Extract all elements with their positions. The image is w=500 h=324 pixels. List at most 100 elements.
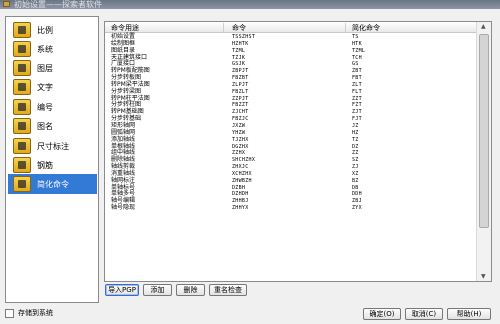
column-header-purpose[interactable]: 命令用途: [111, 23, 139, 33]
table-row[interactable]: 天正建筑接口 TZJK TCH: [105, 54, 477, 62]
cell-shortcut: DZ: [352, 143, 359, 150]
title-bar: 初始设置——探索者软件: [0, 0, 500, 9]
cell-shortcut: ZZT: [352, 95, 362, 102]
table-row[interactable]: 分步转柱图 FBZZT FZT: [105, 102, 477, 109]
scroll-down-icon[interactable]: ▼: [481, 273, 486, 280]
cell-command: FBZZT: [232, 102, 249, 109]
cell-shortcut: ZYX: [352, 205, 362, 212]
delete-button[interactable]: 删除: [176, 284, 205, 296]
cell-shortcut: XZ: [352, 170, 359, 177]
column-header-command[interactable]: 命令: [232, 23, 246, 33]
sidebar-item-scale[interactable]: 比例: [8, 20, 97, 40]
table-row[interactable]: 分步转梁图 FBZLT FLT: [105, 88, 477, 96]
table-row[interactable]: 转PM板配筋图 ZBPJT ZBT: [105, 67, 477, 75]
scrollbar-thumb[interactable]: [479, 34, 489, 228]
cancel-button[interactable]: 取消(C): [405, 308, 443, 320]
table-row[interactable]: 消重轴线 XCHZHX XZ: [105, 170, 477, 178]
column-divider[interactable]: [223, 23, 224, 32]
table-row[interactable]: 轴线剪裁 ZHXJC ZJ: [105, 163, 477, 171]
table-row[interactable]: 删除轴线 SHCHZHX SZ: [105, 156, 477, 164]
cell-command: GSJK: [232, 61, 246, 68]
cell-command: ZHHYX: [232, 205, 249, 212]
cell-shortcut: FBT: [352, 75, 362, 82]
cell-shortcut: JZ: [352, 122, 359, 129]
table-row[interactable]: 分步转板图 FBZBT FBT: [105, 74, 477, 82]
cell-shortcut: ZZ: [352, 150, 359, 157]
command-table[interactable]: 命令用途 命令 简化命令 初始设置 TSSZHST TS 绘制图框 HZHTK HTK 图纸…: [104, 21, 492, 282]
cell-command: FBZLT: [232, 88, 249, 95]
sidebar-item-drawing-name[interactable]: 图名: [8, 116, 97, 136]
cell-shortcut: GS: [352, 61, 359, 68]
table-row[interactable]: 转PM柱平法图 ZZPJT ZZT: [105, 95, 477, 103]
cell-command: HZHTK: [232, 40, 249, 47]
add-button[interactable]: 添加: [143, 284, 172, 296]
cell-command: ZLPJT: [232, 81, 249, 88]
cell-shortcut: ZLT: [352, 81, 362, 88]
window-title: 初始设置——探索者软件: [14, 0, 102, 9]
column-header-shortcut[interactable]: 简化命令: [352, 23, 380, 33]
column-divider[interactable]: [345, 23, 346, 32]
help-button[interactable]: 帮助(H): [447, 308, 491, 320]
cell-shortcut: BZ: [352, 177, 359, 184]
sidebar-item-system[interactable]: 系统: [8, 39, 97, 59]
sidebar-item-shortcut-commands[interactable]: 简化命令: [8, 174, 97, 194]
save-to-system-checkbox[interactable]: 存储到系统: [5, 308, 53, 318]
sidebar-item-text[interactable]: 文字: [8, 77, 97, 97]
cell-shortcut: DB: [352, 184, 359, 191]
sidebar-item-numbering[interactable]: 编号: [8, 97, 97, 117]
sidebar-item-label: 简化命令: [37, 179, 69, 189]
cell-shortcut: TCH: [352, 54, 362, 61]
cell-command: TZML: [232, 47, 246, 54]
cell-shortcut: SZ: [352, 157, 359, 164]
cell-shortcut: DDH: [352, 191, 362, 198]
table-row[interactable]: 单轴多号 DZHDH DDH: [105, 191, 477, 198]
cell-shortcut: FJT: [352, 116, 362, 123]
rename-check-button[interactable]: 重名检查: [209, 284, 247, 296]
table-row[interactable]: 图纸目录 TZML TZML: [105, 47, 477, 55]
ruler-icon: [13, 22, 31, 38]
checkbox-box[interactable]: [5, 308, 14, 318]
cell-command: FBZJC: [232, 116, 249, 123]
table-row[interactable]: 转PM梁平法图 ZLPJT ZLT: [105, 81, 477, 89]
table-row[interactable]: 分步转基础 FBZJC FJT: [105, 115, 477, 123]
vertical-scrollbar[interactable]: ▲ ▼: [476, 22, 491, 281]
ok-button[interactable]: 确定(O): [363, 308, 401, 320]
table-row[interactable]: 单轴标号 DZBH DB: [105, 184, 477, 192]
cell-command: TJZHX: [232, 136, 249, 143]
import-pgp-button[interactable]: 导入PGP: [105, 284, 139, 296]
table-row[interactable]: 圆弧轴网 YHZW HZ: [105, 129, 477, 137]
app-icon[interactable]: [3, 1, 10, 7]
table-row[interactable]: 广厦接口 GSJK GS: [105, 61, 477, 68]
cell-command: XCHZHX: [232, 170, 252, 177]
sidebar-item-label: 图层: [37, 63, 53, 73]
table-row[interactable]: 轴号编辑 ZHHBJ ZBJ: [105, 197, 477, 205]
table-row[interactable]: 组中轴线 ZZHX ZZ: [105, 149, 477, 157]
table-row[interactable]: 单根轴线 DGZHX DZ: [105, 143, 477, 151]
table-row[interactable]: 添加轴线 TJZHX TZ: [105, 136, 477, 144]
rebar-icon: [13, 157, 31, 173]
cell-shortcut: TZ: [352, 136, 359, 143]
table-row[interactable]: 初始设置 TSSZHST TS: [105, 33, 477, 41]
sidebar-item-label: 钢筋: [37, 160, 53, 170]
table-row[interactable]: 转PM基础图 ZJCHT ZJT: [105, 108, 477, 116]
sidebar-item-dimension[interactable]: 尺寸标注: [8, 136, 97, 156]
cell-command: DZBH: [232, 184, 246, 191]
sidebar-item-label: 尺寸标注: [37, 141, 69, 151]
cell-command: DZHDH: [232, 191, 249, 198]
table-row[interactable]: 矩形轴网 JXZW JZ: [105, 122, 477, 130]
sidebar-item-rebar[interactable]: 钢筋: [8, 155, 97, 175]
scroll-up-icon[interactable]: ▲: [481, 23, 486, 30]
table-row[interactable]: 轴网标注 ZHWBZH BZ: [105, 177, 477, 185]
table-row[interactable]: 绘制图框 HZHTK HTK: [105, 40, 477, 48]
dimension-icon: [13, 138, 31, 154]
sidebar-item-layers[interactable]: 图层: [8, 58, 97, 78]
table-header: 命令用途 命令 简化命令: [105, 22, 477, 33]
category-sidebar: 比例 系统 图层 文字 编号 图名 尺寸标注 钢筋 简化命令: [5, 16, 99, 303]
cell-command: ZZPJT: [232, 95, 249, 102]
numbering-icon: [13, 99, 31, 115]
sidebar-item-label: 比例: [37, 25, 53, 35]
table-row[interactable]: 轴号隐现 ZHHYX ZYX: [105, 204, 477, 212]
cell-command: ZHHBJ: [232, 198, 249, 205]
sidebar-item-label: 编号: [37, 102, 53, 112]
cell-command: TSSZHST: [232, 34, 256, 40]
